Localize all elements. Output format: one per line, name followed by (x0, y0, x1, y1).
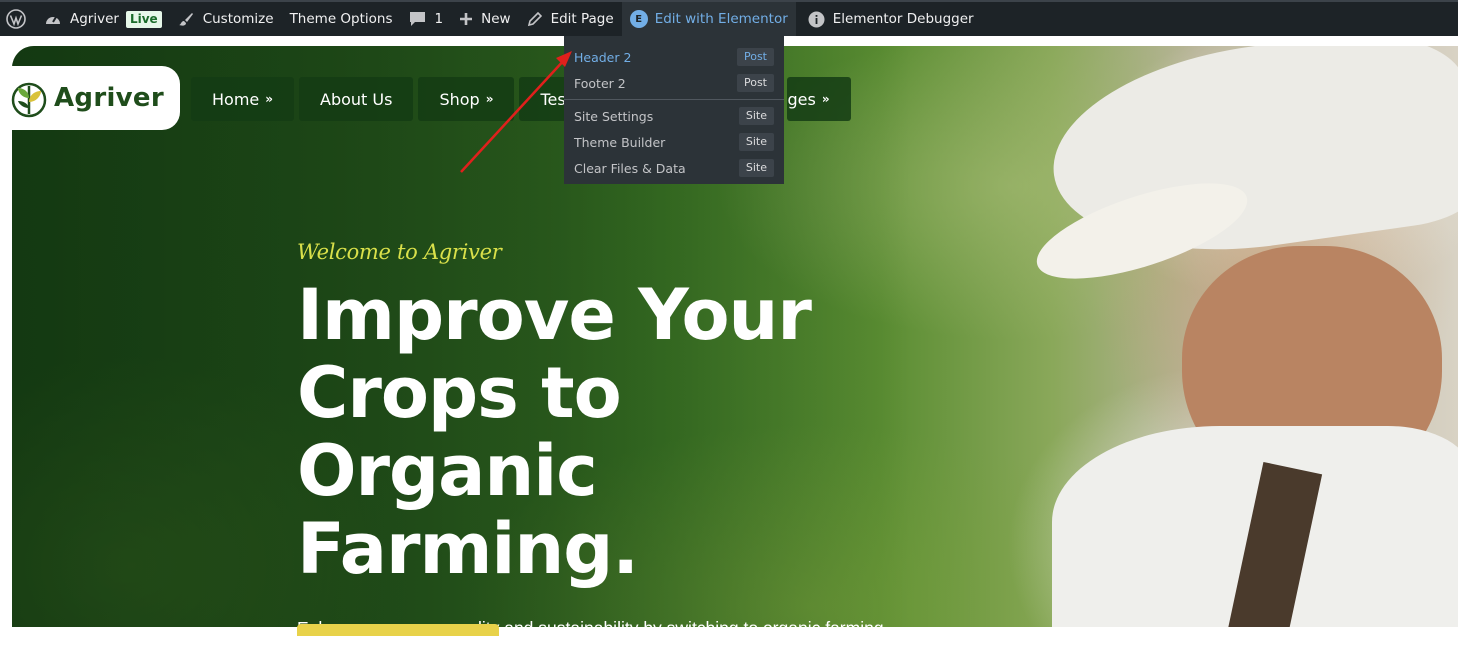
nav-label: About Us (320, 89, 393, 109)
type-badge: Site (738, 159, 774, 177)
dashboard-gauge-icon (46, 16, 60, 24)
edit-page-link[interactable]: Edit Page (519, 2, 622, 36)
menu-item-clear-files-data[interactable]: Clear Files & Data Site (564, 155, 784, 181)
menu-item-label: Site Settings (574, 108, 654, 124)
menu-item-label: Clear Files & Data (574, 160, 686, 176)
info-circle-icon (808, 11, 825, 27)
new-label: New (481, 11, 511, 27)
menu-item-label: Theme Builder (574, 134, 666, 150)
wp-admin-bar: Agriver Live Customize Theme Options 1 N… (0, 0, 1458, 36)
hero-content: Welcome to Agriver Improve Your Crops to… (297, 240, 937, 670)
elementor-debugger-link[interactable]: Elementor Debugger (796, 2, 982, 36)
site-name-link[interactable]: Agriver Live (36, 2, 170, 36)
logo-text: Agriver (54, 83, 164, 113)
customize-link[interactable]: Customize (170, 2, 282, 36)
chevron-down-icon: » (265, 92, 274, 106)
menu-item-footer-2[interactable]: Footer 2 Post (564, 70, 784, 96)
nav-item-pages[interactable]: ges » (787, 77, 851, 121)
chevron-down-icon: » (821, 92, 830, 106)
hero-cta-button[interactable] (297, 624, 499, 636)
plus-icon (460, 13, 473, 25)
customize-label: Customize (202, 11, 274, 27)
edit-with-elementor-link[interactable]: E Edit with Elementor (621, 2, 796, 36)
menu-divider (564, 99, 784, 100)
edit-page-label: Edit Page (550, 11, 614, 27)
nav-item-home[interactable]: Home » (191, 77, 295, 121)
nav-label: Home (212, 89, 260, 109)
new-content-link[interactable]: New (451, 2, 518, 36)
hero-headline: Improve Your Crops to Organic Farming. (297, 274, 812, 590)
elementor-icon: E (629, 10, 648, 28)
chevron-down-icon: » (485, 92, 494, 106)
wordpress-logo-icon[interactable] (0, 2, 36, 36)
comments-count: 1 (434, 11, 444, 27)
comment-bubble-icon (409, 12, 425, 26)
nav-label: ges (787, 89, 816, 109)
menu-item-label: Header 2 (574, 49, 632, 65)
site-name: Agriver (70, 11, 119, 27)
nav-label: Shop (439, 89, 480, 109)
hero-tagline: Welcome to Agriver (297, 240, 502, 264)
paintbrush-icon (178, 13, 193, 26)
menu-item-theme-builder[interactable]: Theme Builder Site (564, 129, 784, 155)
pencil-icon (527, 11, 542, 26)
live-badge: Live (125, 10, 162, 28)
hero-description: Enhance your crop quality and sustainabi… (297, 618, 884, 666)
type-badge: Post (736, 48, 774, 66)
elementor-dropdown-menu: Header 2 Post Footer 2 Post Site Setting… (564, 36, 784, 184)
type-badge: Site (738, 133, 774, 151)
theme-options-label: Theme Options (289, 11, 393, 27)
menu-item-label: Footer 2 (574, 75, 626, 91)
menu-item-header-2[interactable]: Header 2 Post (564, 44, 784, 70)
site-logo[interactable]: Agriver (0, 66, 180, 130)
nav-item-about-us[interactable]: About Us (299, 77, 414, 121)
nav-item-shop[interactable]: Shop » (418, 77, 515, 121)
type-badge: Site (738, 107, 774, 125)
elementor-debugger-label: Elementor Debugger (832, 11, 974, 27)
type-badge: Post (736, 74, 774, 92)
edit-with-elementor-label: Edit with Elementor (654, 11, 788, 27)
theme-options-link[interactable]: Theme Options (282, 2, 401, 36)
leaf-logo-icon (11, 82, 47, 118)
comments-link[interactable]: 1 (401, 2, 452, 36)
menu-item-site-settings[interactable]: Site Settings Site (564, 103, 784, 129)
